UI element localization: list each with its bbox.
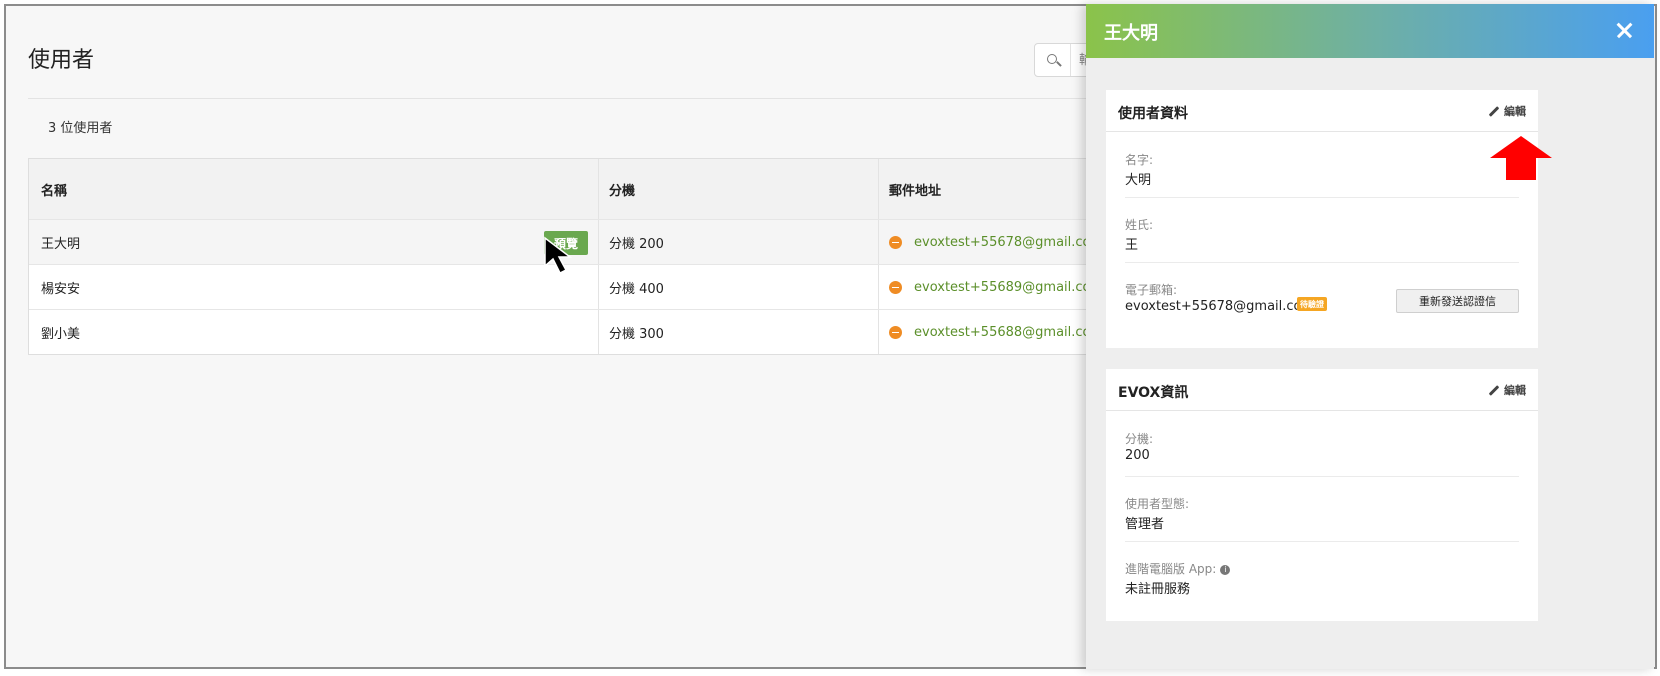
email-link[interactable]: evoxtest+55678@gmail.com: [914, 235, 1103, 250]
divider: [28, 98, 1148, 99]
edit-label: 編輯: [1504, 105, 1526, 118]
user-name-cell: 劉小美: [29, 310, 599, 354]
users-table: 名稱 分機 郵件地址 王大明 預覽 分機 200 evoxtest+55678@…: [28, 158, 1158, 355]
field-value: 王: [1125, 238, 1139, 253]
unverified-status-icon: [889, 280, 902, 294]
user-name-cell: 王大明 預覽: [29, 220, 599, 264]
field-value: 200: [1125, 448, 1150, 463]
user-name-cell: 楊安安: [29, 265, 599, 309]
user-type-field: 使用者型態: 管理者: [1125, 489, 1519, 542]
table-row[interactable]: 劉小美 分機 300 evoxtest+55688@gmail.com: [29, 309, 1157, 354]
red-arrow-annotation-icon: [1490, 136, 1552, 180]
field-label-text: 進階電腦版 App:: [1125, 562, 1217, 576]
edit-user-info-button[interactable]: 編輯: [1488, 103, 1526, 119]
search-icon: [1035, 44, 1071, 76]
card-title: 使用者資料: [1118, 106, 1188, 122]
field-label: 電子郵箱:: [1125, 283, 1178, 297]
user-name: 王大明: [41, 236, 81, 252]
last-name-field: 姓氏: 王: [1125, 210, 1519, 263]
extension-field: 分機: 200: [1125, 424, 1519, 477]
table-header: 名稱 分機 郵件地址: [29, 159, 1157, 219]
user-info-card: 使用者資料 編輯 名字: 大明 姓氏: 王 電子郵箱: evoxtest+556…: [1106, 90, 1538, 348]
card-header: 使用者資料 編輯: [1106, 90, 1538, 132]
field-label: 名字:: [1125, 153, 1154, 167]
evox-info-card: EVOX資訊 編輯 分機: 200 使用者型態: 管理者 進階電腦版 App: i…: [1106, 369, 1538, 621]
column-header-extension[interactable]: 分機: [599, 159, 879, 219]
field-label: 分機:: [1125, 432, 1154, 446]
table-row[interactable]: 王大明 預覽 分機 200 evoxtest+55678@gmail.com: [29, 219, 1157, 264]
unverified-status-icon: [889, 235, 902, 249]
panel-title: 王大明: [1104, 23, 1158, 44]
pencil-icon: [1488, 384, 1500, 396]
resend-verification-button[interactable]: 重新發送認證信: [1396, 289, 1519, 313]
desktop-app-field: 進階電腦版 App: i 未註冊服務: [1125, 554, 1519, 607]
close-icon[interactable]: [1612, 18, 1636, 42]
field-label: 姓氏:: [1125, 218, 1154, 232]
card-title: EVOX資訊: [1118, 385, 1189, 401]
field-label: 使用者型態:: [1125, 497, 1190, 511]
field-value: 未註冊服務: [1125, 582, 1191, 597]
edit-evox-info-button[interactable]: 編輯: [1488, 382, 1526, 398]
column-header-name[interactable]: 名稱: [29, 159, 599, 219]
edit-label: 編輯: [1504, 384, 1526, 397]
table-row[interactable]: 楊安安 分機 400 evoxtest+55689@gmail.com: [29, 264, 1157, 309]
field-value: 大明: [1125, 173, 1152, 188]
mouse-cursor-icon: [544, 236, 573, 275]
user-detail-panel: 王大明 使用者資料 編輯 名字: 大明 姓氏: 王 電子郵箱: evoxtest…: [1086, 4, 1654, 669]
extension-cell: 分機 400: [599, 265, 879, 309]
pencil-icon: [1488, 105, 1500, 117]
pending-badge: 待驗證: [1297, 297, 1327, 311]
page-title: 使用者: [28, 48, 95, 73]
first-name-field: 名字: 大明: [1125, 145, 1519, 198]
email-link[interactable]: evoxtest+55688@gmail.com: [914, 325, 1103, 340]
email-link[interactable]: evoxtest+55689@gmail.com: [914, 280, 1103, 295]
extension-cell: 分機 300: [599, 310, 879, 354]
extension-cell: 分機 200: [599, 220, 879, 264]
field-label: 進階電腦版 App: i: [1125, 560, 1231, 577]
user-count: 3 位使用者: [48, 121, 113, 136]
field-value: 管理者: [1125, 517, 1165, 532]
panel-header: 王大明: [1086, 4, 1654, 58]
info-icon[interactable]: i: [1220, 564, 1231, 575]
email-field: 電子郵箱: evoxtest+55678@gmail.com 待驗證 重新發送認…: [1125, 275, 1519, 328]
field-value: evoxtest+55678@gmail.com: [1125, 299, 1315, 314]
card-header: EVOX資訊 編輯: [1106, 369, 1538, 411]
unverified-status-icon: [889, 325, 902, 339]
